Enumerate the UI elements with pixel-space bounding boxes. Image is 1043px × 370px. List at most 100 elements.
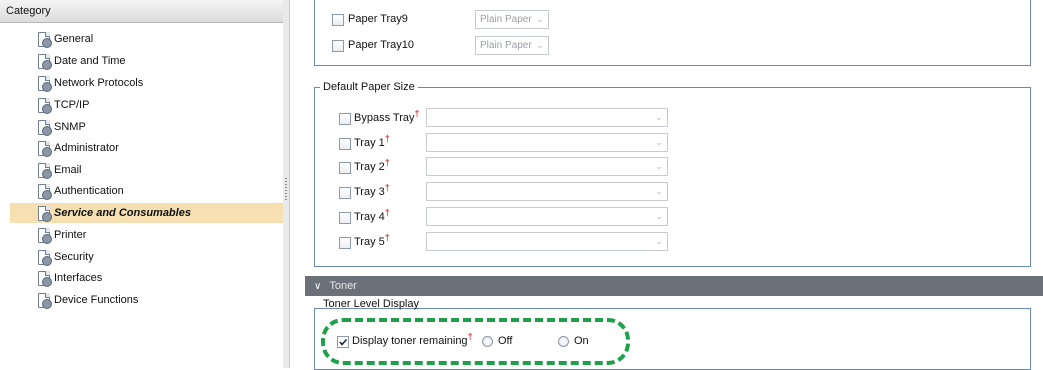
paper-tray10-label: Paper Tray10	[348, 39, 415, 51]
paper-tray9-checkbox[interactable]	[332, 14, 344, 26]
display-toner-remaining-checkbox[interactable]	[337, 336, 349, 348]
row-label-text: Tray 1	[354, 137, 385, 149]
tray2-checkbox[interactable]	[339, 162, 351, 174]
category-item-email[interactable]: Email	[37, 160, 82, 180]
tray2-label: Tray 2†	[354, 158, 390, 173]
category-item-label: Date and Time	[54, 55, 126, 67]
bypass-tray-label: Bypass Tray†	[354, 109, 420, 124]
tray4-label: Tray 4†	[354, 208, 390, 223]
paper-tray10-type-select[interactable]: Plain Paper ⌄	[475, 36, 549, 55]
category-item-label: Security	[54, 251, 94, 263]
toner-on-radio[interactable]	[558, 336, 569, 347]
settings-page-icon	[37, 227, 52, 244]
row-label-text: Tray 3	[354, 186, 385, 198]
tray5-label: Tray 5†	[354, 233, 390, 248]
chevron-down-icon: ⌄	[536, 40, 544, 50]
settings-page-icon	[37, 119, 52, 136]
default-paper-size-fieldset	[314, 87, 1031, 267]
tray3-checkbox[interactable]	[339, 187, 351, 199]
toner-level-legend: Toner Level Display	[323, 298, 419, 310]
select-value: Plain Paper	[480, 14, 532, 25]
dagger-mark: †	[384, 133, 390, 144]
label-text: Display toner remaining	[352, 335, 468, 347]
category-item-label: Device Functions	[54, 294, 139, 306]
settings-page-icon	[37, 31, 52, 48]
chevron-down-icon: ⌄	[655, 161, 663, 171]
settings-page-icon	[37, 140, 52, 157]
dagger-mark: †	[414, 108, 420, 119]
tray1-label: Tray 1†	[354, 134, 390, 149]
category-item-printer[interactable]: Printer	[37, 225, 86, 245]
chevron-down-icon: ⌄	[655, 112, 663, 122]
chevron-down-icon: ⌄	[655, 236, 663, 246]
category-item-device-functions[interactable]: Device Functions	[37, 290, 138, 310]
category-panel: Category General Date and Time Network P…	[0, 0, 284, 368]
dagger-mark: †	[384, 207, 390, 218]
tray1-checkbox[interactable]	[339, 138, 351, 150]
settings-page-icon	[37, 249, 52, 266]
tray2-size-select[interactable]: ⌄	[426, 157, 668, 176]
category-item-label: Service and Consumables	[54, 207, 191, 219]
category-item-network-protocols[interactable]: Network Protocols	[37, 73, 143, 93]
toner-section-title: Toner	[329, 280, 357, 292]
paper-tray-fieldset	[314, 0, 1031, 66]
category-item-service-and-consumables[interactable]: Service and Consumables	[10, 203, 283, 223]
category-item-administrator[interactable]: Administrator	[37, 138, 119, 158]
toner-on-label: On	[574, 335, 589, 347]
settings-page-icon	[37, 270, 52, 287]
category-item-security[interactable]: Security	[37, 247, 94, 267]
splitter-grip-icon[interactable]	[285, 178, 287, 200]
settings-page-icon	[37, 75, 52, 92]
category-header: Category	[0, 0, 283, 23]
chevron-down-icon: ⌄	[655, 186, 663, 196]
checkmark-icon	[339, 338, 348, 346]
settings-page-icon	[37, 162, 52, 179]
bypass-tray-checkbox[interactable]	[339, 113, 351, 125]
row-label-text: Tray 4	[354, 211, 385, 223]
settings-content: Paper Tray9 Plain Paper ⌄ Paper Tray10 P…	[290, 0, 1043, 370]
chevron-down-icon: ⌄	[536, 14, 544, 24]
settings-page-icon	[37, 183, 52, 200]
chevron-down-icon: ∨	[314, 280, 322, 292]
paper-tray9-label: Paper Tray9	[348, 13, 408, 25]
tray4-size-select[interactable]: ⌄	[426, 207, 668, 226]
category-item-date-and-time[interactable]: Date and Time	[37, 51, 126, 71]
category-item-snmp[interactable]: SNMP	[37, 117, 86, 137]
category-item-label: Printer	[54, 229, 87, 241]
category-item-general[interactable]: General	[37, 29, 93, 49]
row-label-text: Bypass Tray	[354, 112, 415, 124]
dagger-mark: †	[384, 182, 390, 193]
category-item-interfaces[interactable]: Interfaces	[37, 268, 102, 288]
category-item-authentication[interactable]: Authentication	[37, 181, 124, 201]
toner-section-header[interactable]: ∨ Toner	[305, 276, 1043, 296]
toner-off-label: Off	[498, 335, 513, 347]
tray3-size-select[interactable]: ⌄	[426, 182, 668, 201]
tray3-label: Tray 3†	[354, 183, 390, 198]
dagger-mark: †	[384, 157, 390, 168]
tray4-checkbox[interactable]	[339, 212, 351, 224]
category-item-label: Email	[54, 164, 82, 176]
paper-tray10-checkbox[interactable]	[332, 40, 344, 52]
tray1-size-select[interactable]: ⌄	[426, 133, 668, 152]
settings-page-icon	[37, 292, 52, 309]
category-item-label: Interfaces	[54, 272, 103, 284]
paper-tray9-type-select[interactable]: Plain Paper ⌄	[475, 10, 549, 29]
select-value: Plain Paper	[480, 40, 532, 51]
category-item-label: SNMP	[54, 121, 86, 133]
toner-off-radio[interactable]	[482, 336, 493, 347]
category-item-label: Administrator	[54, 142, 119, 154]
dagger-mark: †	[467, 331, 473, 342]
category-item-label: General	[54, 33, 94, 45]
category-item-tcp-ip[interactable]: TCP/IP	[37, 95, 89, 115]
tray5-checkbox[interactable]	[339, 237, 351, 249]
bypass-tray-size-select[interactable]: ⌄	[426, 108, 668, 127]
default-paper-size-legend: Default Paper Size	[320, 81, 418, 93]
category-item-label: Network Protocols	[54, 77, 144, 89]
tray5-size-select[interactable]: ⌄	[426, 232, 668, 251]
category-item-label: TCP/IP	[54, 99, 90, 111]
panel-splitter[interactable]	[283, 0, 290, 368]
settings-page-icon	[37, 97, 52, 114]
display-toner-remaining-label: Display toner remaining†	[352, 332, 473, 347]
settings-page-icon	[37, 205, 52, 222]
dagger-mark: †	[384, 232, 390, 243]
